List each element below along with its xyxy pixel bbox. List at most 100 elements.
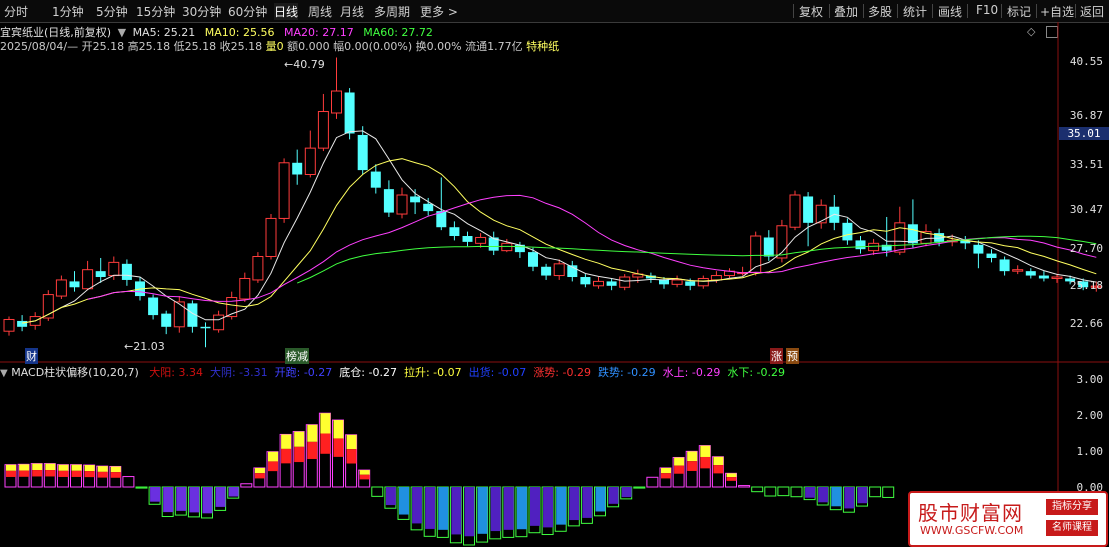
macd-bar-fill: [202, 487, 213, 514]
macd-bar: [764, 486, 777, 497]
macd-bar: [751, 486, 764, 493]
macd-title[interactable]: MACD柱状偏移(10,20,7): [11, 366, 139, 379]
macd-bar-fill: [385, 487, 396, 506]
macd-bar-fill: [359, 474, 370, 480]
candle-body[interactable]: [331, 90, 342, 114]
macd-bar-fill: [346, 434, 357, 450]
macd-bar-fill: [254, 473, 265, 479]
candle-body[interactable]: [108, 261, 120, 277]
candle-body[interactable]: [763, 237, 774, 257]
macd-legend-item: 涨势: -0.29: [533, 366, 591, 379]
candle-body[interactable]: [789, 194, 801, 228]
candle-body[interactable]: [213, 314, 225, 331]
candle-body[interactable]: [383, 189, 394, 213]
candle-body[interactable]: [55, 279, 67, 297]
macd-bar-fill: [32, 470, 43, 477]
candle-body[interactable]: [462, 236, 473, 242]
candle-body[interactable]: [501, 242, 513, 252]
chevron-down-icon[interactable]: ▼: [0, 368, 8, 379]
macd-bar-fill: [818, 487, 829, 503]
macd-legend-item: 出货: -0.07: [468, 366, 527, 379]
current-price-label: 35.01: [1059, 127, 1109, 140]
candle-body[interactable]: [95, 271, 106, 278]
candle-body[interactable]: [671, 279, 683, 285]
candle-body[interactable]: [619, 276, 631, 288]
candle-body[interactable]: [815, 204, 827, 224]
candle-body[interactable]: [449, 227, 460, 237]
candle-body[interactable]: [1012, 269, 1024, 272]
macd-bar-fill: [687, 451, 698, 462]
macd-bar-fill: [582, 487, 593, 518]
candle-body[interactable]: [200, 326, 211, 329]
candle-body[interactable]: [541, 266, 552, 276]
candlestick-chart[interactable]: [0, 0, 1109, 547]
candle-body[interactable]: [173, 301, 185, 328]
macd-bar-fill: [857, 487, 868, 504]
candle-body[interactable]: [986, 253, 997, 258]
event-marker[interactable]: 财: [25, 348, 38, 364]
candle-body[interactable]: [697, 277, 709, 287]
candle-body[interactable]: [868, 242, 880, 252]
candle-body[interactable]: [423, 203, 434, 212]
candle-body[interactable]: [514, 244, 525, 253]
macd-bar-fill: [726, 477, 737, 481]
candle-body[interactable]: [475, 236, 487, 244]
candle-body[interactable]: [292, 162, 303, 175]
macd-bar-fill: [71, 464, 82, 471]
candle-body[interactable]: [606, 281, 617, 286]
candle-body[interactable]: [396, 194, 408, 215]
candle-body[interactable]: [803, 196, 814, 223]
candle-body[interactable]: [304, 147, 316, 175]
candle-body[interactable]: [710, 275, 722, 281]
candle-body[interactable]: [999, 259, 1010, 272]
candle-body[interactable]: [1038, 275, 1049, 279]
event-marker[interactable]: 榜减: [285, 348, 309, 364]
candle-body[interactable]: [69, 281, 80, 288]
event-marker[interactable]: 预: [786, 348, 799, 364]
macd-bar-fill: [713, 465, 724, 474]
macd-bar-fill: [608, 487, 619, 504]
macd-bar-fill: [674, 457, 685, 466]
macd-legend-item: 底仓: -0.27: [339, 366, 397, 379]
candle-body[interactable]: [855, 240, 866, 250]
candle-body[interactable]: [894, 222, 906, 253]
macd-bar: [371, 486, 384, 497]
macd-bar-fill: [674, 465, 685, 474]
candle-body[interactable]: [370, 171, 381, 188]
macd-bar-fill: [97, 471, 108, 478]
macd-legend: ▼ MACD柱状偏移(10,20,7) 大阳: 3.34 大阴: -3.31 开跑:…: [0, 364, 785, 380]
candle-body[interactable]: [148, 297, 159, 316]
candle-body[interactable]: [1051, 276, 1063, 279]
candle-body[interactable]: [239, 277, 251, 300]
macd-bar-fill: [726, 473, 737, 478]
candle-body[interactable]: [553, 263, 565, 277]
macd-bar-fill: [6, 470, 16, 477]
candle-body[interactable]: [528, 252, 538, 267]
candle-body[interactable]: [659, 279, 669, 285]
event-marker[interactable]: 涨: [770, 348, 783, 364]
candle-body[interactable]: [3, 318, 15, 332]
candle-body[interactable]: [357, 134, 368, 171]
candle-body[interactable]: [973, 244, 984, 254]
candle-body[interactable]: [842, 222, 853, 241]
candle-body[interactable]: [161, 313, 172, 327]
macd-bar-fill: [45, 470, 56, 477]
candle-body[interactable]: [17, 320, 28, 327]
candle-body[interactable]: [1025, 271, 1036, 276]
candle-body[interactable]: [580, 277, 591, 285]
candle-body[interactable]: [121, 263, 132, 280]
candle-body[interactable]: [344, 92, 355, 134]
moving-averages: [22, 130, 1097, 324]
candle-body[interactable]: [593, 280, 604, 287]
macd-bar-fill: [503, 487, 514, 530]
candle-body[interactable]: [410, 196, 421, 203]
candle-body[interactable]: [265, 217, 277, 258]
candle-body[interactable]: [317, 111, 329, 149]
candle-body[interactable]: [776, 225, 788, 259]
ad-tag: 名师课程: [1046, 520, 1098, 536]
candle-body[interactable]: [82, 269, 94, 290]
macd-tick: 1.00: [1076, 445, 1104, 458]
candle-body[interactable]: [252, 256, 264, 281]
candle-body[interactable]: [278, 162, 290, 219]
candle-body[interactable]: [685, 281, 696, 286]
